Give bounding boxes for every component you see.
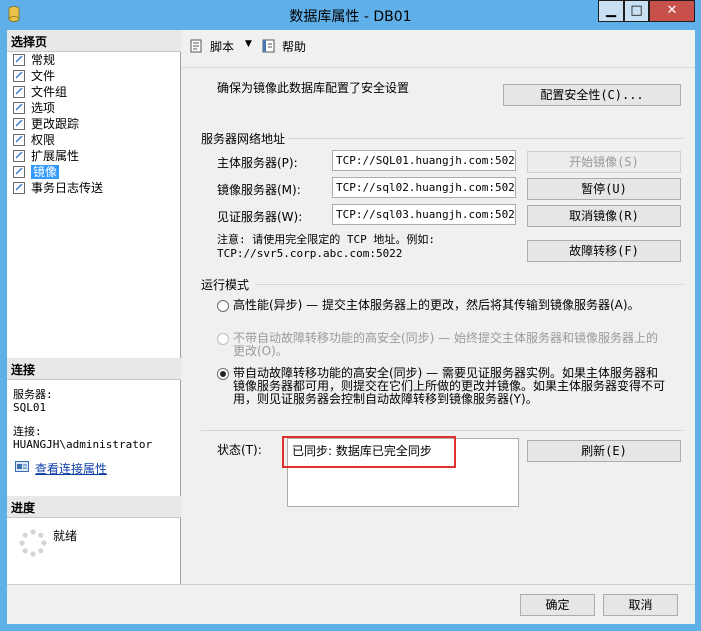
nav-item-general[interactable]: 常规	[9, 52, 179, 68]
connection-label: 连接:	[13, 425, 42, 438]
page-icon	[13, 150, 25, 162]
script-icon	[190, 39, 202, 53]
network-group-divider	[288, 138, 683, 139]
high-performance-label: 高性能(异步) — 提交主体服务器上的更改，然后将其传输到镜像服务器(A)。	[233, 298, 640, 312]
server-value: SQL01	[13, 401, 47, 414]
page-icon	[13, 118, 25, 130]
progress-header: 进度	[7, 496, 181, 518]
nav-item-permissions[interactable]: 权限	[9, 132, 179, 148]
pause-button[interactable]: 暂停(U)	[527, 178, 681, 200]
close-button[interactable]: ✕	[649, 0, 695, 22]
progress-spinner-icon	[19, 529, 47, 557]
high-safety-no-failover-radio[interactable]	[217, 333, 229, 345]
remove-mirroring-button[interactable]: 取消镜像(R)	[527, 205, 681, 227]
start-mirroring-button[interactable]: 开始镜像(S)	[527, 151, 681, 173]
mirroring-page: 确保为镜像此数据库配置了安全设置 配置安全性(C)... 服务器网络地址 主体服…	[182, 67, 695, 584]
nav-item-log-shipping[interactable]: 事务日志传送	[9, 180, 179, 196]
status-label: 状态(T):	[217, 443, 262, 457]
page-icon	[13, 134, 25, 146]
maximize-button[interactable]: □	[624, 0, 649, 22]
dialog-client-area: 选择页 常规 文件 文件组 选项 更改跟踪 权限 扩展属性 镜像 事务日志传送 …	[7, 30, 695, 624]
nav-item-options[interactable]: 选项	[9, 100, 179, 116]
nav-item-extended-properties[interactable]: 扩展属性	[9, 148, 179, 164]
ok-button[interactable]: 确定	[520, 594, 595, 616]
connection-properties-icon	[15, 461, 29, 472]
high-safety-no-failover-label-2: 更改(O)。	[233, 344, 288, 358]
high-safety-no-failover-label-1: 不带自动故障转移功能的高安全(同步) — 始终提交主体服务器和镜像服务器上的	[233, 331, 658, 345]
configure-security-button[interactable]: 配置安全性(C)...	[503, 84, 681, 106]
principal-label: 主体服务器(P):	[217, 156, 298, 170]
network-group-title: 服务器网络地址	[201, 132, 286, 146]
high-performance-radio[interactable]	[217, 300, 229, 312]
status-value: 已同步: 数据库已完全同步	[292, 444, 432, 458]
nav-item-mirroring[interactable]: 镜像	[9, 164, 179, 180]
mirror-server-input[interactable]: TCP://sql02.huangjh.com:5022	[332, 177, 516, 198]
mirror-label: 镜像服务器(M):	[217, 183, 301, 197]
high-safety-auto-failover-radio[interactable]	[217, 368, 229, 380]
left-pane: 选择页 常规 文件 文件组 选项 更改跟踪 权限 扩展属性 镜像 事务日志传送 …	[7, 30, 181, 584]
server-label: 服务器:	[13, 388, 53, 401]
security-description: 确保为镜像此数据库配置了安全设置	[217, 81, 410, 95]
page-icon	[13, 54, 25, 66]
help-button[interactable]: 帮助	[262, 38, 306, 55]
high-safety-auto-failover-label-3: 用，则见证服务器会控制自动故障转移到镜像服务器(Y)。	[233, 392, 538, 406]
principal-server-input[interactable]: TCP://SQL01.huangjh.com:5022	[332, 150, 516, 171]
connection-header: 连接	[7, 358, 181, 380]
page-icon	[13, 86, 25, 98]
script-button[interactable]: 脚本	[190, 38, 234, 55]
nav-item-filegroups[interactable]: 文件组	[9, 84, 179, 100]
page-icon	[13, 182, 25, 194]
progress-status: 就绪	[53, 529, 78, 543]
page-icon	[13, 166, 25, 178]
nav-item-files[interactable]: 文件	[9, 68, 179, 84]
nav-item-change-tracking[interactable]: 更改跟踪	[9, 116, 179, 132]
toolbar: 脚本 ▼ 帮助	[182, 30, 695, 62]
witness-label: 见证服务器(W):	[217, 210, 303, 224]
page-icon	[13, 70, 25, 82]
failover-button[interactable]: 故障转移(F)	[527, 240, 681, 262]
dialog-window: 数据库属性 - DB01 ▁ □ ✕ 选择页 常规 文件 文件组 选项 更改跟踪…	[0, 0, 701, 631]
page-list: 常规 文件 文件组 选项 更改跟踪 权限 扩展属性 镜像 事务日志传送	[9, 52, 179, 196]
minimize-button[interactable]: ▁	[598, 0, 624, 22]
mode-group-title: 运行模式	[201, 278, 250, 292]
witness-server-input[interactable]: TCP://sql03.huangjh.com:5022	[332, 204, 516, 225]
dialog-footer: 确定 取消	[7, 584, 695, 624]
view-connection-properties-link[interactable]: 查看连接属性	[15, 460, 107, 477]
select-page-header: 选择页	[7, 30, 181, 52]
page-icon	[13, 102, 25, 114]
window-title: 数据库属性 - DB01	[289, 9, 412, 25]
note-line-1: 注意: 请使用完全限定的 TCP 地址。例如:	[217, 233, 435, 246]
help-icon	[262, 39, 275, 53]
refresh-button[interactable]: 刷新(E)	[527, 440, 681, 462]
mode-group-divider	[256, 284, 683, 285]
connection-value: HUANGJH\administrator	[13, 438, 153, 451]
note-line-2: TCP://svr5.corp.abc.com:5022	[217, 247, 403, 260]
status-divider	[201, 430, 683, 431]
title-bar[interactable]: 数据库属性 - DB01 ▁ □ ✕	[0, 0, 701, 30]
script-dropdown-arrow-icon[interactable]: ▼	[245, 39, 252, 49]
cancel-button[interactable]: 取消	[603, 594, 678, 616]
